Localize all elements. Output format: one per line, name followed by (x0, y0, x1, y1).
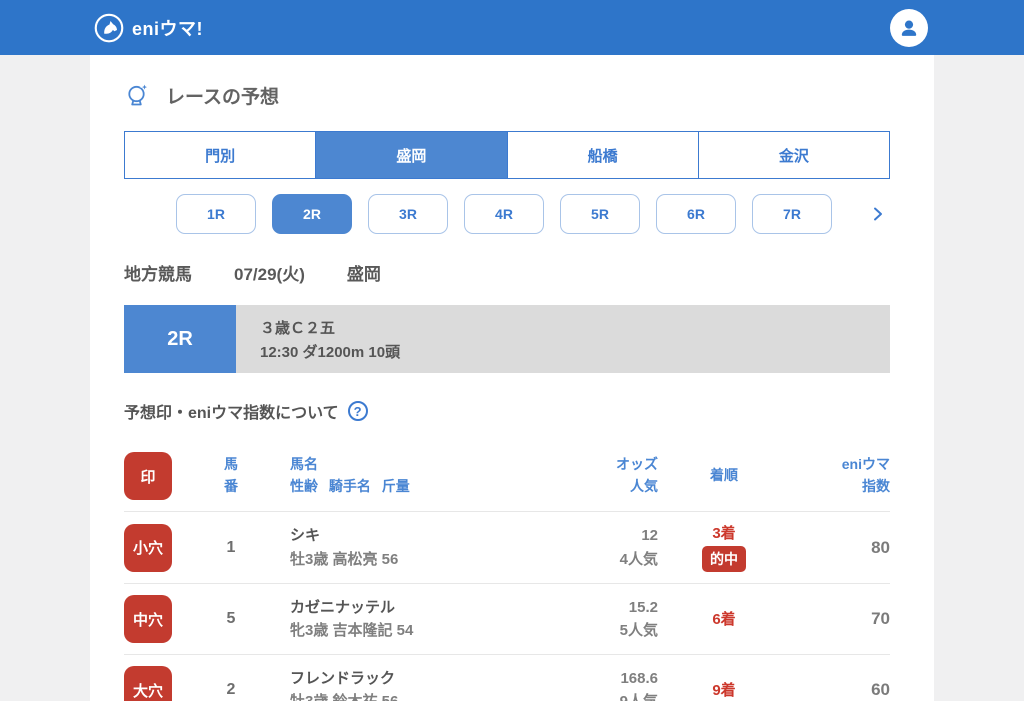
mark-badge: 中穴 (124, 595, 172, 643)
horse-number: 1 (226, 538, 236, 556)
race-tab-7r[interactable]: 7R (752, 194, 832, 234)
venue-tab-monbetsu[interactable]: 門別 (125, 132, 315, 178)
race-banner: 2R ３歳Ｃ２五 12:30 ダ1200m 10頭 (124, 305, 890, 373)
race-tab-6r[interactable]: 6R (656, 194, 736, 234)
race-tab-5r[interactable]: 5R (560, 194, 640, 234)
odds-cell: 168.6 9人気 (488, 667, 658, 701)
odds-value: 12 (641, 527, 658, 545)
race-class: ３歳Ｃ２五 (260, 319, 336, 337)
section-title: 予想印・eniウマ指数について (124, 405, 339, 422)
odds-cell: 15.2 5人気 (488, 596, 658, 643)
race-category: 地方競馬 (124, 265, 192, 284)
race-banner-info: ３歳Ｃ２五 12:30 ダ1200m 10頭 (236, 305, 890, 373)
horse-details: 牡3歳 鈴木祐 56 (290, 690, 472, 701)
header-horse-name: 馬名 性齢 騎手名 斤量 (290, 456, 410, 494)
horse-name: カゼニナッテル (290, 598, 396, 616)
result-cell: 3着 的中 (674, 523, 774, 572)
chevron-right-icon[interactable] (870, 206, 886, 222)
result-cell: 6着 (674, 609, 774, 630)
venue-tab-morioka[interactable]: 盛岡 (315, 132, 507, 178)
mark-badge: 大穴 (124, 666, 172, 701)
horse-name: シキ (290, 527, 321, 545)
header-index: eniウマ 指数 (841, 456, 890, 494)
help-icon[interactable]: ? (347, 401, 368, 421)
horse-number: 5 (226, 610, 236, 627)
index-value: 60 (871, 680, 890, 699)
person-icon (901, 20, 917, 36)
result-cell: 9着 (674, 680, 774, 701)
horse-logo-icon (94, 13, 124, 42)
table-row: 中穴 5 カゼニナッテル 牝3歳 吉本隆記 54 15.2 5人気 6着 70 (124, 584, 890, 655)
race-tab-2r[interactable]: 2R (272, 194, 352, 234)
result-text: 3着 (712, 525, 736, 542)
horse-name-cell: フレンドラック 牡3歳 鈴木祐 56 (290, 667, 472, 701)
index-value: 80 (871, 537, 890, 557)
section-title-row: 予想印・eniウマ指数について ? (124, 399, 900, 423)
popularity: 5人気 (619, 622, 658, 639)
venue-tabs: 門別 盛岡 船橋 金沢 (124, 131, 890, 179)
race-details: 12:30 ダ1200m 10頭 (260, 343, 401, 361)
prediction-table: 印 馬 番 馬名 性齢 騎手名 斤量 オッズ 人気 着順 eniウマ 指数 小穴… (124, 441, 890, 701)
header-odds: オッズ 人気 (616, 456, 658, 494)
result-text: 9着 (712, 681, 736, 699)
content-card: レースの予想 門別 盛岡 船橋 金沢 1R 2R 3R 4R 5R 6R 7R … (90, 55, 934, 701)
horse-details: 牝3歳 吉本隆記 54 (290, 622, 414, 639)
horse-number: 2 (226, 681, 236, 698)
header-mark-badge: 印 (124, 452, 172, 500)
venue-tab-kanazawa[interactable]: 金沢 (697, 132, 889, 178)
popularity: 9人気 (488, 690, 658, 701)
index-value: 70 (871, 609, 890, 628)
horse-name-cell: シキ 牡3歳 高松亮 56 (290, 524, 472, 571)
user-avatar-button[interactable] (890, 8, 928, 47)
table-header-row: 印 馬 番 馬名 性齢 騎手名 斤量 オッズ 人気 着順 eniウマ 指数 (124, 441, 890, 512)
race-venue: 盛岡 (346, 265, 381, 284)
odds-cell: 12 4人気 (488, 524, 658, 571)
app-header: eniウマ! (0, 0, 1024, 55)
race-date: 07/29(火) (234, 265, 305, 284)
race-banner-number: 2R (124, 305, 236, 373)
logo-text: eniウマ! (132, 18, 204, 39)
race-tab-4r[interactable]: 4R (464, 194, 544, 234)
horse-name-cell: カゼニナッテル 牝3歳 吉本隆記 54 (290, 596, 472, 643)
odds-value: 168.6 (620, 669, 658, 687)
odds-value: 15.2 (628, 598, 658, 616)
mark-badge: 小穴 (124, 523, 172, 572)
header-horse-number: 馬 番 (224, 456, 238, 494)
race-tab-3r[interactable]: 3R (368, 194, 448, 234)
page-title: レースの予想 (166, 86, 280, 108)
table-row: 大穴 2 フレンドラック 牡3歳 鈴木祐 56 168.6 9人気 9着 60 (124, 655, 890, 701)
race-tab-1r[interactable]: 1R (176, 194, 256, 234)
result-text: 6着 (712, 610, 736, 628)
race-number-row: 1R 2R 3R 4R 5R 6R 7R (176, 194, 900, 234)
horse-name: フレンドラック (290, 669, 396, 687)
hit-badge: 的中 (702, 546, 746, 572)
page-title-row: レースの予想 (124, 81, 900, 109)
app-logo[interactable]: eniウマ! (94, 13, 203, 43)
crystal-ball-icon (128, 82, 150, 106)
venue-tab-funabashi[interactable]: 船橋 (506, 132, 698, 178)
horse-details: 牡3歳 高松亮 56 (290, 550, 399, 568)
header-result: 着順 (710, 467, 738, 484)
table-row: 小穴 1 シキ 牡3歳 高松亮 56 12 4人気 3着 的中 80 (124, 512, 890, 584)
race-meta-row: 地方競馬 07/29(火) 盛岡 (124, 260, 900, 285)
popularity: 4人気 (619, 550, 658, 568)
